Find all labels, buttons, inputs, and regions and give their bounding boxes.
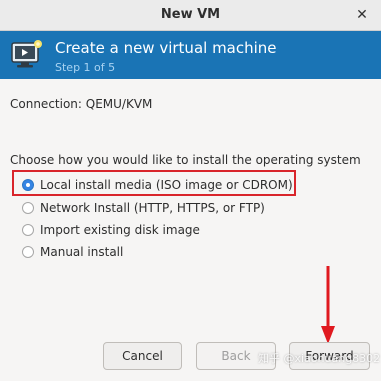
cancel-button[interactable]: Cancel [103, 342, 182, 370]
radio-button[interactable] [22, 224, 34, 236]
radio-label: Import existing disk image [40, 223, 200, 237]
radio-manual-install[interactable]: Manual install [22, 243, 123, 261]
radio-import-disk-image[interactable]: Import existing disk image [22, 221, 200, 239]
radio-button[interactable] [22, 202, 34, 214]
new-vm-dialog: New VM ✕ Create a new virtual machine St… [0, 0, 381, 381]
wizard-title: Create a new virtual machine [55, 39, 277, 57]
wizard-step: Step 1 of 5 [55, 61, 116, 74]
radio-network-install[interactable]: Network Install (HTTP, HTTPS, or FTP) [22, 199, 265, 217]
virtual-machine-icon [11, 40, 42, 68]
close-button[interactable]: ✕ [353, 6, 371, 24]
title-bar: New VM ✕ [0, 0, 381, 31]
radio-label: Manual install [40, 245, 124, 259]
radio-button[interactable] [22, 246, 34, 258]
connection-label: Connection: QEMU/KVM [10, 97, 153, 111]
radio-label: Network Install (HTTP, HTTPS, or FTP) [40, 201, 265, 215]
arrow-down-annotation-icon [321, 266, 335, 344]
window-title: New VM [160, 7, 221, 22]
wizard-header: Create a new virtual machine Step 1 of 5 [0, 31, 381, 79]
watermark-text: 知乎 @xiaohuang8302 [258, 352, 381, 365]
install-method-prompt: Choose how you would like to install the… [10, 153, 361, 167]
highlight-annotation-box [12, 170, 296, 196]
